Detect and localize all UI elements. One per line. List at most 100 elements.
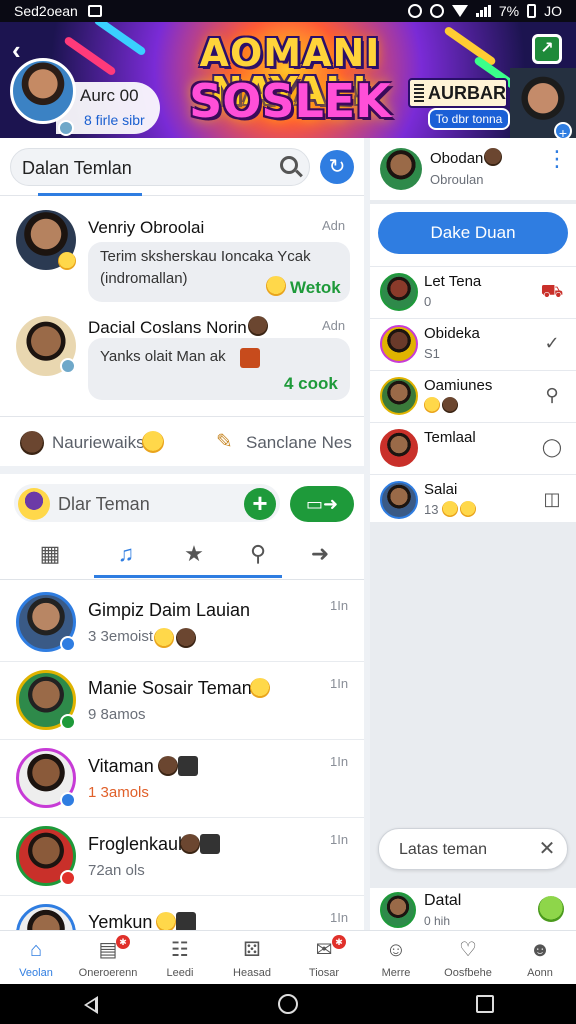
post-time: Adn (322, 318, 346, 333)
feed-column: Dalan Temlan ↻ Venriy Obroolai Adn Terim… (0, 138, 364, 930)
pencil-icon: ✎ (216, 431, 233, 453)
profile-subtitle: 8 firle sibr (84, 112, 145, 128)
wifi-icon (451, 5, 468, 17)
avatar-emoji-icon (20, 431, 44, 455)
tab-share-icon[interactable]: ➜ (300, 538, 340, 570)
list-item[interactable]: Gimpiz Daim Lauian 3 3emoist 1In (0, 584, 364, 662)
reaction-label[interactable]: Nauriewaiks (52, 433, 145, 453)
nav-item-game[interactable]: ⚄ Heasad (216, 931, 288, 985)
panel-header[interactable]: Obodan Obroulan ⋮ (370, 138, 576, 200)
profile-icon: ☻ (529, 939, 551, 961)
friend-subtitle: 1 3amols (88, 784, 149, 801)
list-item[interactable]: Let Tena 0 ⛟ (370, 266, 576, 318)
list-item[interactable]: Datal 0 hih (370, 888, 576, 930)
message-action[interactable]: 4 cook (284, 374, 338, 394)
friend-name: Vitaman (88, 756, 154, 776)
add-host-icon[interactable]: + (554, 122, 572, 138)
friend-subtitle: 3 3emoist (88, 628, 154, 645)
promo-label: AURBAR (428, 82, 506, 103)
compose-bar: Dlar Teman + ▭➜ ▦ ♫ ★ ⚲ ➜ (0, 474, 364, 580)
camera-icon (200, 834, 220, 854)
nav-label: Aonn (527, 967, 553, 979)
panel-title: Obodan (430, 150, 484, 167)
friend-subtitle: 9 8amos (88, 706, 146, 723)
nav-label: Tiosar (308, 967, 340, 979)
nav-item-chart[interactable]: ▤ ✱ Oneroerenn (72, 931, 144, 985)
chat-bubble-icon[interactable]: ◯ (540, 437, 564, 459)
emoji-icon (180, 834, 200, 854)
list-item[interactable]: Temlaal ◯ (370, 422, 576, 474)
nav-label: Heasad (233, 967, 271, 979)
nav-label: Oosfbehe (444, 967, 492, 979)
feed-post[interactable]: Venriy Obroolai Adn Terim sksherskau Ion… (0, 196, 364, 308)
nav-item-list[interactable]: ☷ Leedi (144, 931, 216, 985)
tab-search-icon[interactable]: ⚲ (238, 538, 278, 570)
tab-star-icon[interactable]: ★ (174, 538, 214, 570)
refresh-icon[interactable]: ↻ (320, 150, 354, 184)
emoji-icon (248, 316, 268, 336)
tab-music-icon[interactable]: ♫ (106, 538, 146, 570)
friend-time: 1In (330, 676, 349, 691)
decor-streak (63, 35, 117, 77)
feed-post[interactable]: Dacial Coslans Norin Adn Yanks olait Man… (0, 308, 364, 416)
close-icon[interactable]: ✕ (535, 837, 559, 861)
avatar[interactable] (380, 273, 418, 311)
nav-label: Merre (381, 967, 411, 979)
system-home-icon[interactable] (278, 994, 298, 1014)
emoji-icon (250, 678, 270, 698)
list-item[interactable]: Froglenkaull 72an ols 1In (0, 818, 364, 896)
friend-name: Manie Sosair Teman (88, 678, 252, 698)
nav-item-inbox[interactable]: ✉ ✱ Tiosar (288, 931, 360, 985)
person-icon: ☺ (385, 939, 407, 961)
list-item[interactable]: Manie Sosair Teman 9 8amos 1In (0, 662, 364, 740)
list-item[interactable]: Oamiunes ⚲ (370, 370, 576, 422)
send-button[interactable]: ▭➜ (290, 486, 354, 522)
message-action[interactable]: Wetok (290, 278, 341, 298)
chat-bubble-icon[interactable]: ⚲ (540, 385, 564, 407)
avatar[interactable] (380, 325, 418, 363)
post-author: Venriy Obroolai (88, 218, 205, 237)
list-item[interactable]: Salai 13 ◫ (370, 474, 576, 526)
promo-button[interactable]: To dbr tonna (428, 108, 510, 130)
share-icon[interactable]: ↗ (532, 34, 562, 64)
nav-item-person[interactable]: ☺ Merre (360, 931, 432, 985)
avatar[interactable] (380, 481, 418, 519)
battery-percent: 7% (498, 3, 520, 19)
decor-streak (443, 25, 497, 67)
item-name: Salai (424, 481, 458, 498)
door-icon[interactable]: ◫ (540, 489, 564, 511)
avatar[interactable] (380, 429, 418, 467)
nav-item-profile[interactable]: ☻ Aonn (504, 931, 576, 985)
bottom-navigation: ⌂ Veolan ▤ ✱ Oneroerenn ☷ Leedi ⚄ Heasad… (0, 930, 576, 984)
truck-icon[interactable]: ⛟ (540, 281, 564, 303)
avatar[interactable] (380, 148, 422, 190)
primary-button[interactable]: Dake Duan (378, 212, 568, 254)
nav-item-heart[interactable]: ♡ Oosfbehe (432, 931, 504, 985)
emoji-icon (460, 501, 476, 517)
nav-item-home[interactable]: ⌂ Veolan (0, 931, 72, 985)
system-back-icon[interactable] (84, 996, 98, 1014)
list-item[interactable]: Yemkun 1In (0, 896, 364, 930)
list-item[interactable]: Vitaman 1 3amols 1In (0, 740, 364, 818)
reaction-label[interactable]: Sanclane Nes (246, 433, 352, 453)
side-panel: Obodan Obroulan ⋮ Dake Duan Let Tena 0 ⛟… (370, 138, 576, 930)
toast[interactable]: Latas teman ✕ (378, 828, 568, 870)
item-subtitle: 13 (424, 502, 439, 517)
emoji-icon (442, 397, 458, 413)
avatar[interactable] (16, 904, 76, 930)
more-icon[interactable]: ⋮ (546, 148, 568, 184)
system-recents-icon[interactable] (476, 995, 494, 1013)
avatar[interactable] (380, 892, 416, 928)
search-icon[interactable] (280, 156, 298, 174)
add-button[interactable]: + (244, 488, 276, 520)
reactions-row: Nauriewaiks ✎ Sanclane Nes (0, 416, 364, 466)
avatar[interactable] (380, 377, 418, 415)
check-circle-icon[interactable]: ✓ (540, 333, 564, 355)
avatar[interactable] (10, 58, 76, 124)
game-banner[interactable]: ‹ ↗ AOMANI NAYAL! SOSLEK Aurc 00 8 firle… (0, 22, 576, 138)
item-subtitle: S1 (424, 346, 440, 361)
list-item[interactable]: Obideka S1 ✓ (370, 318, 576, 370)
banner-subtitle: SOSLEK (189, 74, 391, 128)
tab-image-icon[interactable]: ▦ (30, 538, 70, 570)
nav-label: Oneroerenn (78, 967, 138, 979)
